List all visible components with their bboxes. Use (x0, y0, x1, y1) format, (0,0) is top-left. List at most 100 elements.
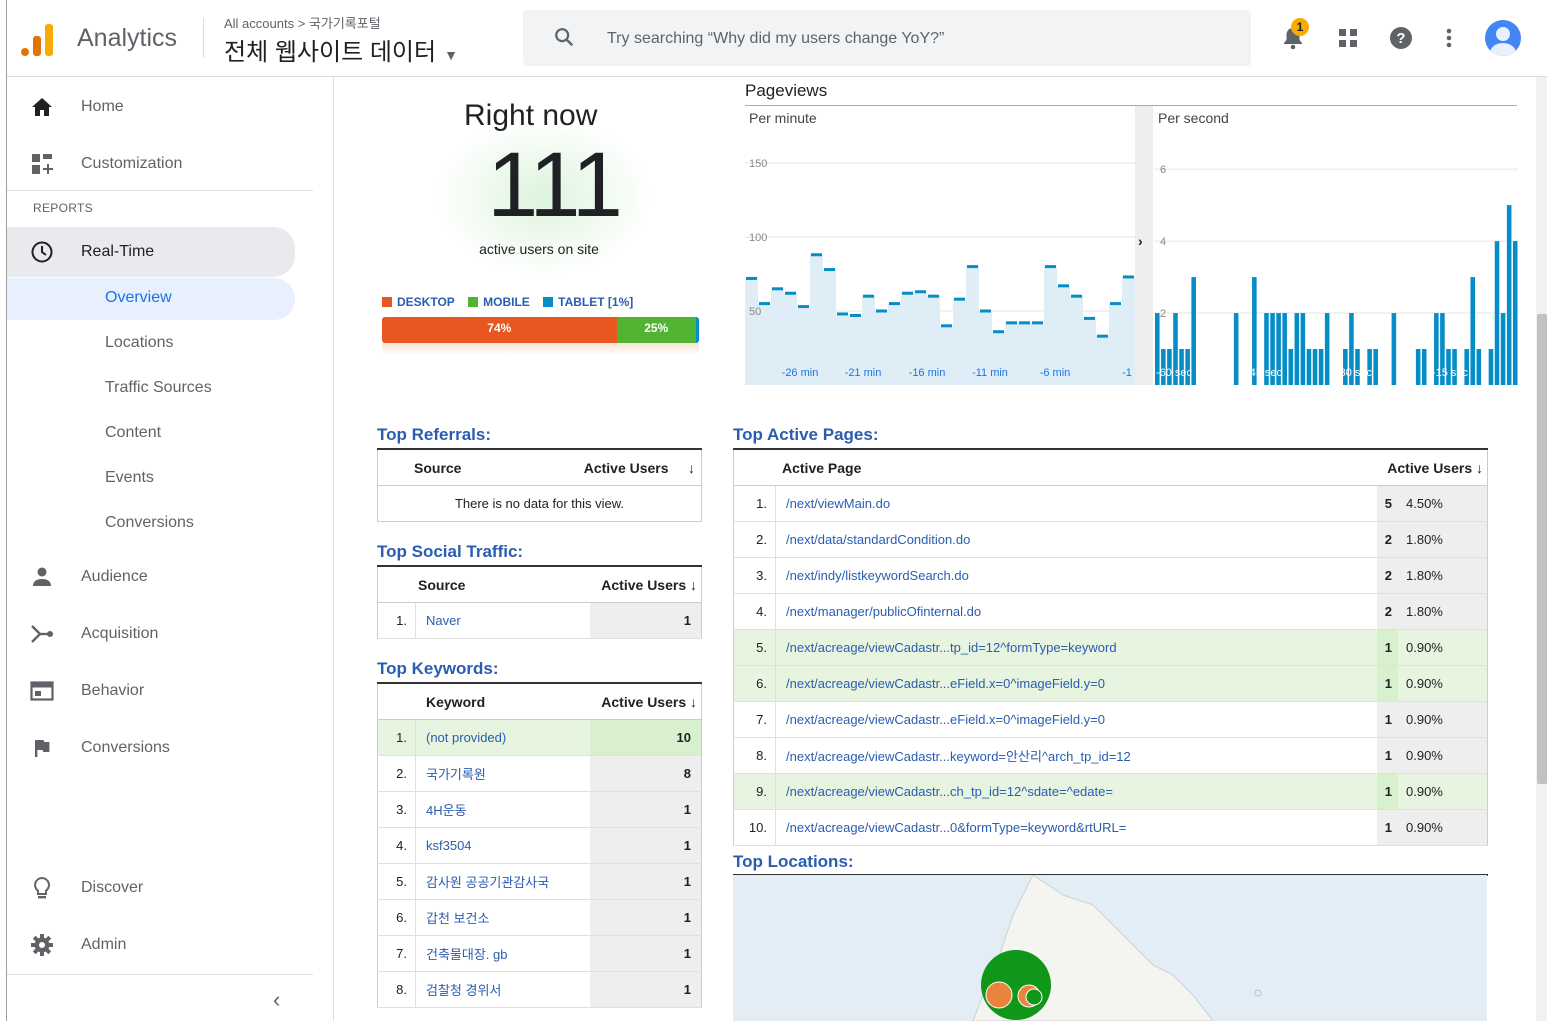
col-active-users[interactable]: Active Users ↓ (590, 682, 702, 720)
social-source-link[interactable]: Naver (415, 602, 590, 639)
location-bubble-small (1025, 988, 1043, 1006)
table-row[interactable]: 4./next/manager/publicOfinternal.do 2 1.80… (733, 593, 1488, 630)
per-second-bar (1476, 349, 1482, 385)
col-active-page[interactable]: Active Page (733, 448, 1377, 486)
table-row[interactable]: 8. 검찰청 경위서 1 (377, 971, 702, 1008)
col-source[interactable]: Source (377, 565, 590, 603)
per-minute-svg: 150 100 50 -26 min -21 min -16 min -11 min -6 m… (745, 158, 1135, 385)
col-active-users[interactable]: Active Users ↓ (1377, 448, 1488, 486)
col-active-users[interactable]: Active Users ↓ (512, 448, 702, 486)
table-row[interactable]: 1. Naver 1 (377, 602, 702, 639)
table-row[interactable]: 3./next/indy/listkeywordSearch.do 2 1.80% (733, 557, 1488, 594)
legend-desktop: DESKTOP (382, 295, 455, 309)
keyword-link[interactable]: ksf3504 (415, 827, 590, 864)
apps-button[interactable] (1334, 24, 1362, 52)
sidebar-subitem-conversions[interactable]: Conversions (7, 503, 295, 545)
col-keyword[interactable]: Keyword (377, 682, 590, 720)
sidebar-subitem-label: Content (105, 424, 162, 441)
sidebar-subitem-overview[interactable]: Overview (7, 278, 295, 320)
active-page-link[interactable]: /next/acreage/viewCadastr...eField.x=0^i… (775, 701, 1377, 738)
table-row[interactable]: 5. 감사원 공공기관감사국 1 (377, 863, 702, 900)
active-page-link[interactable]: /next/acreage/viewCadastr...keyword=안산리^… (775, 737, 1377, 774)
active-page-link[interactable]: /next/acreage/viewCadastr...tp_id=12^for… (775, 629, 1377, 666)
scrollbar-thumb[interactable] (1537, 314, 1547, 784)
sidebar-item-behavior[interactable]: Behavior (7, 669, 295, 713)
x-tick-label: -1 (1122, 367, 1132, 379)
keyword-link[interactable]: 검찰청 경위서 (415, 971, 590, 1008)
table-row[interactable]: 1./next/viewMain.do 5 4.50% (733, 485, 1488, 522)
app-name[interactable]: Analytics (77, 24, 177, 53)
sidebar-subitem-events[interactable]: Events (7, 458, 295, 500)
more-options-button[interactable] (1435, 24, 1463, 52)
active-users-value: 1 (590, 971, 702, 1008)
table-row[interactable]: 2. 국가기록원 8 (377, 755, 702, 792)
locations-map[interactable] (733, 874, 1487, 1021)
active-users-value: 1 (590, 863, 702, 900)
notifications-button[interactable]: 1 (1279, 18, 1309, 52)
active-page-link[interactable]: /next/acreage/viewCadastr...ch_tp_id=12^… (775, 773, 1377, 810)
collapse-sidebar-button[interactable]: ‹ (273, 987, 280, 1013)
table-row[interactable]: 3. 4H운동 1 (377, 791, 702, 828)
sidebar-item-conversions[interactable]: Conversions (7, 726, 295, 770)
keyword-link[interactable]: 감사원 공공기관감사국 (415, 863, 590, 900)
avatar-icon[interactable] (1485, 20, 1521, 56)
keyword-link[interactable]: 건축물대장. gb (415, 935, 590, 972)
table-row[interactable]: 6. 갑천 보건소 1 (377, 899, 702, 936)
table-row[interactable]: 4. ksf3504 1 (377, 827, 702, 864)
header-divider (203, 18, 204, 58)
per-minute-area (745, 254, 1135, 385)
map-svg (972, 874, 1262, 1021)
sidebar-item-discover[interactable]: Discover (7, 866, 295, 910)
sort-arrow-icon: ↓ (688, 459, 695, 476)
per-second-bar (1233, 313, 1239, 385)
search-bar[interactable] (523, 10, 1251, 66)
sidebar-subitem-locations[interactable]: Locations (7, 323, 295, 365)
table-row[interactable]: 9./next/acreage/viewCadastr...ch_tp_id=1… (733, 773, 1488, 810)
active-page-link[interactable]: /next/viewMain.do (775, 485, 1377, 522)
sidebar-item-home[interactable]: Home (7, 85, 295, 129)
legend-label: TABLET [1%] (558, 295, 634, 309)
active-page-link[interactable]: /next/acreage/viewCadastr...eField.x=0^i… (775, 665, 1377, 702)
sidebar-item-acquisition[interactable]: Acquisition (7, 612, 295, 656)
table-row[interactable]: 5./next/acreage/viewCadastr...tp_id=12^f… (733, 629, 1488, 666)
x-tick-label: -30 sec (1336, 367, 1373, 379)
table-row[interactable]: 10./next/acreage/viewCadastr...0&formTyp… (733, 809, 1488, 846)
sidebar-item-audience[interactable]: Audience (7, 555, 295, 599)
active-page-link[interactable]: /next/manager/publicOfinternal.do (775, 593, 1377, 630)
row-index: 2. (733, 521, 776, 558)
table-row[interactable]: 8./next/acreage/viewCadastr...keyword=안산… (733, 737, 1488, 774)
active-page-link[interactable]: /next/indy/listkeywordSearch.do (775, 557, 1377, 594)
sidebar-item-customization[interactable]: Customization (7, 142, 295, 186)
col-source[interactable]: Source (376, 448, 513, 486)
breadcrumb[interactable]: All accounts > 국가기록포털 (224, 13, 381, 32)
table-row[interactable]: 7. 건축물대장. gb 1 (377, 935, 702, 972)
device-bar-reflection (382, 343, 699, 355)
sidebar-item-admin[interactable]: Admin (7, 923, 295, 967)
table-row[interactable]: 6./next/acreage/viewCadastr...eField.x=0… (733, 665, 1488, 702)
active-users-percent: 0.90% (1398, 629, 1488, 666)
analytics-logo-icon[interactable] (21, 22, 55, 56)
x-tick-label: -60 sec (1156, 367, 1193, 379)
col-active-users[interactable]: Active Users ↓ (590, 565, 702, 603)
active-page-link[interactable]: /next/acreage/viewCadastr...0&formType=k… (775, 809, 1377, 846)
chevron-right-icon[interactable]: › (1138, 233, 1143, 249)
table-row[interactable]: 1. (not provided) 10 (377, 719, 702, 756)
device-legend: DESKTOP MOBILE TABLET [1%] (382, 295, 643, 309)
keyword-link[interactable]: 국가기록원 (415, 755, 590, 792)
keyword-link[interactable]: 4H운동 (415, 791, 590, 828)
help-button[interactable]: ? (1387, 24, 1415, 52)
view-selector[interactable]: 전체 웹사이트 데이터 ▼ (224, 32, 458, 67)
table-row[interactable]: 7./next/acreage/viewCadastr...eField.x=0… (733, 701, 1488, 738)
search-input[interactable] (605, 24, 1229, 54)
right-now-title: Right now (464, 99, 598, 132)
sidebar-item-realtime[interactable]: Real-Time (7, 227, 295, 277)
keyword-link[interactable]: (not provided) (415, 719, 590, 756)
row-index: 6. (733, 665, 776, 702)
sidebar-subitem-traffic-sources[interactable]: Traffic Sources (7, 368, 295, 410)
active-page-link[interactable]: /next/data/standardCondition.do (775, 521, 1377, 558)
reports-section-label: REPORTS (33, 201, 93, 215)
keyword-link[interactable]: 갑천 보건소 (415, 899, 590, 936)
sidebar-item-label: Conversions (81, 739, 170, 756)
sidebar-subitem-content[interactable]: Content (7, 413, 295, 455)
table-row[interactable]: 2./next/data/standardCondition.do 2 1.80% (733, 521, 1488, 558)
